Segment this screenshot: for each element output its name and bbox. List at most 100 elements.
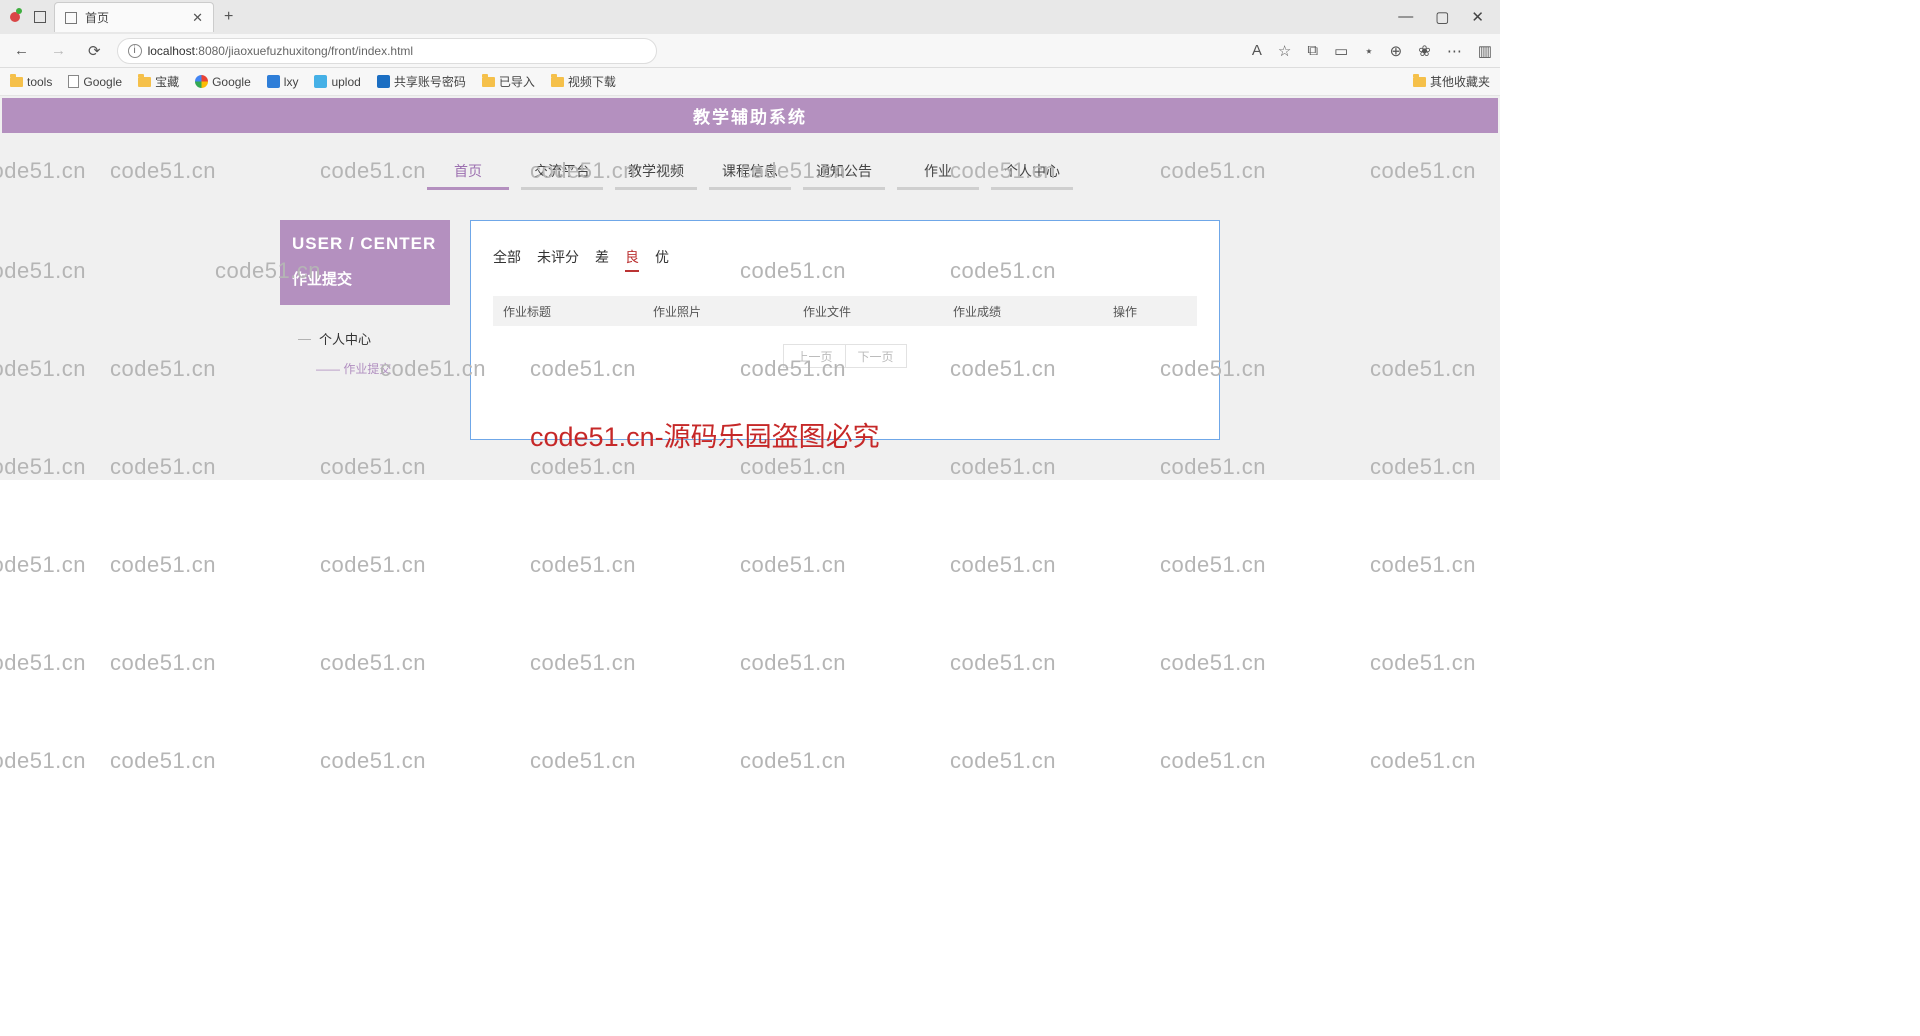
filter-all[interactable]: 全部 xyxy=(493,247,521,272)
pagination: 上一页 下一页 xyxy=(493,344,1197,368)
browser-titlebar: 首页 ✕ + — ▢ ✕ xyxy=(0,0,1500,34)
watermark-text: code51.cn xyxy=(740,454,846,480)
watermark-text: code51.cn xyxy=(530,650,636,676)
nav-forum[interactable]: 交流平台 xyxy=(521,161,603,190)
watermark-text: code51.cn xyxy=(950,552,1056,578)
watermark-text: code51.cn xyxy=(0,748,86,774)
nav-home[interactable]: 首页 xyxy=(427,161,509,190)
minimize-button[interactable]: — xyxy=(1398,8,1413,26)
bookmark-other[interactable]: 其他收藏夹 xyxy=(1413,73,1490,90)
watermark-text: code51.cn xyxy=(110,552,216,578)
favorite-icon[interactable]: ☆ xyxy=(1278,42,1291,60)
folder-icon xyxy=(1413,77,1426,87)
watermark-text: code51.cn xyxy=(320,650,426,676)
nav-course[interactable]: 课程信息 xyxy=(709,161,791,190)
site-banner: 教学辅助系统 xyxy=(2,98,1498,133)
more-icon[interactable]: ⋯ xyxy=(1447,42,1462,60)
th-title: 作业标题 xyxy=(503,303,653,320)
url-path: /jiaoxuefuzhuxitong/front/index.html xyxy=(225,44,413,58)
bookmark-uplod[interactable]: uplod xyxy=(314,75,360,89)
back-button[interactable]: ← xyxy=(8,38,35,63)
watermark-text: code51.cn xyxy=(950,454,1056,480)
sidebar-title: USER / CENTER xyxy=(292,234,438,254)
watermark-text: code51.cn xyxy=(530,454,636,480)
reload-button[interactable]: ⟳ xyxy=(82,38,107,64)
watermark-text: code51.cn xyxy=(110,650,216,676)
watermark-text: code51.cn xyxy=(0,650,86,676)
new-tab-button[interactable]: + xyxy=(220,4,237,30)
sidebar-header: USER / CENTER 作业提交 xyxy=(280,220,450,305)
watermark-text: code51.cn xyxy=(740,748,846,774)
watermark-text: code51.cn xyxy=(320,454,426,480)
workspace-icon[interactable] xyxy=(34,11,46,23)
folder-icon xyxy=(551,77,564,87)
close-tab-icon[interactable]: ✕ xyxy=(192,10,203,26)
th-file: 作业文件 xyxy=(803,303,953,320)
nav-notice[interactable]: 通知公告 xyxy=(803,161,885,190)
watermark-text: code51.cn xyxy=(950,650,1056,676)
site-icon xyxy=(377,75,390,88)
next-page-button[interactable]: 下一页 xyxy=(845,344,907,368)
watermark-text: code51.cn xyxy=(1160,454,1266,480)
sidebar-item-user-center[interactable]: — 个人中心 xyxy=(298,323,450,354)
watermark-text: code51.cn xyxy=(1370,552,1476,578)
url-input[interactable]: i localhost:8080/jiaoxuefuzhuxitong/fron… xyxy=(117,38,657,64)
watermark-text: code51.cn xyxy=(740,650,846,676)
extension-icon-3[interactable]: ⋆ xyxy=(1364,42,1373,60)
th-action: 操作 xyxy=(1113,303,1187,320)
extension-icon-2[interactable]: ▭ xyxy=(1334,42,1348,60)
filter-row: 全部 未评分 差 良 优 xyxy=(493,247,1197,272)
sidepanel-icon[interactable]: ▥ xyxy=(1478,42,1492,60)
close-window-button[interactable]: ✕ xyxy=(1471,8,1484,26)
tab-title: 首页 xyxy=(85,9,109,26)
browser-tab[interactable]: 首页 ✕ xyxy=(54,2,214,32)
url-host: localhost xyxy=(148,44,195,58)
nav-homework[interactable]: 作业 xyxy=(897,161,979,190)
sidebar-menu: — 个人中心 作业提交 xyxy=(280,305,450,383)
sidebar-item-label: 个人中心 xyxy=(319,329,371,348)
page-icon xyxy=(65,12,77,24)
page-content: 教学辅助系统 首页 交流平台 教学视频 课程信息 通知公告 作业 个人中心 US… xyxy=(0,98,1500,480)
extension-icon-1[interactable]: ⧉ xyxy=(1307,42,1318,59)
main-nav: 首页 交流平台 教学视频 课程信息 通知公告 作业 个人中心 xyxy=(0,161,1500,190)
forward-button: → xyxy=(45,38,72,63)
filter-good[interactable]: 良 xyxy=(625,247,639,272)
bookmark-shared-pwd[interactable]: 共享账号密码 xyxy=(377,73,466,90)
main-panel: 全部 未评分 差 良 优 作业标题 作业照片 作业文件 作业成绩 操作 上一页 … xyxy=(470,220,1220,440)
maximize-button[interactable]: ▢ xyxy=(1435,8,1449,26)
filter-poor[interactable]: 差 xyxy=(595,247,609,272)
watermark-text: code51.cn xyxy=(1160,748,1266,774)
site-icon xyxy=(267,75,280,88)
watermark-text: code51.cn xyxy=(1370,454,1476,480)
url-port: :8080 xyxy=(195,44,225,58)
watermark-text: code51.cn xyxy=(740,552,846,578)
page-icon xyxy=(68,75,79,88)
address-bar: ← → ⟳ i localhost:8080/jiaoxuefuzhuxiton… xyxy=(0,34,1500,68)
sidebar-subtitle: 作业提交 xyxy=(292,268,438,289)
bookmark-treasure[interactable]: 宝藏 xyxy=(138,73,179,90)
bookmark-video-dl[interactable]: 视频下载 xyxy=(551,73,616,90)
bookmarks-bar: tools Google 宝藏 Google lxy uplod 共享账号密码 … xyxy=(0,68,1500,96)
site-info-icon[interactable]: i xyxy=(128,44,142,58)
bookmark-tools[interactable]: tools xyxy=(10,75,52,89)
read-aloud-icon[interactable]: A xyxy=(1252,42,1262,59)
bookmark-google2[interactable]: Google xyxy=(195,75,251,89)
filter-ungraded[interactable]: 未评分 xyxy=(537,247,579,272)
bookmark-google[interactable]: Google xyxy=(68,75,122,89)
prev-page-button[interactable]: 上一页 xyxy=(783,344,844,368)
bookmark-imported[interactable]: 已导入 xyxy=(482,73,535,90)
folder-icon xyxy=(10,77,23,87)
profile-icon[interactable] xyxy=(10,12,20,22)
bookmark-lxy[interactable]: lxy xyxy=(267,75,299,89)
filter-excellent[interactable]: 优 xyxy=(655,247,669,272)
nav-video[interactable]: 教学视频 xyxy=(615,161,697,190)
folder-icon xyxy=(482,77,495,87)
nav-user-center[interactable]: 个人中心 xyxy=(991,161,1073,190)
sidebar-item-homework-submit[interactable]: 作业提交 xyxy=(298,354,450,383)
titlebar-left-icons xyxy=(4,11,46,23)
extension-icon-4[interactable]: ⊕ xyxy=(1390,42,1403,60)
watermark-text: code51.cn xyxy=(320,552,426,578)
folder-icon xyxy=(138,77,151,87)
extension-icon-5[interactable]: ❀ xyxy=(1418,42,1431,60)
watermark-text: code51.cn xyxy=(320,748,426,774)
